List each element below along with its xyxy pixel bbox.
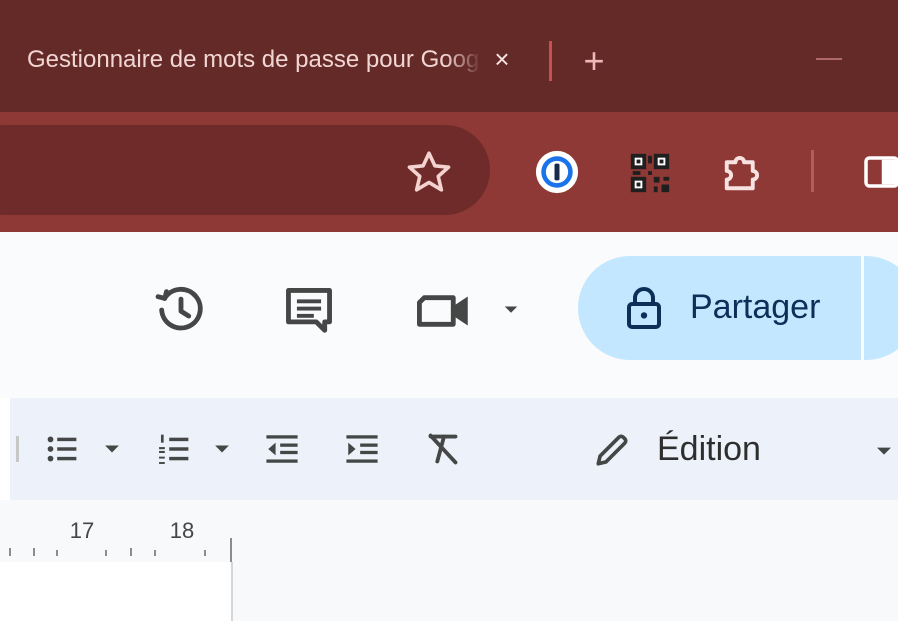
ruler-label-18: 18 <box>169 518 195 543</box>
new-tab-button[interactable]: + <box>576 41 612 81</box>
puzzle-extensions-icon[interactable] <box>717 146 769 198</box>
meet-dropdown-caret-icon[interactable] <box>496 294 526 324</box>
numbered-list-caret-icon[interactable] <box>208 426 236 472</box>
history-icon[interactable] <box>152 281 210 339</box>
clear-formatting-icon[interactable] <box>420 426 468 472</box>
ruler-label-17: 17 <box>69 518 95 543</box>
increase-indent-icon[interactable] <box>340 426 384 472</box>
side-panel-icon[interactable] <box>860 151 898 193</box>
tab-separator <box>549 41 552 81</box>
bookmark-star-icon[interactable] <box>402 146 456 200</box>
bulleted-list-icon[interactable] <box>38 426 86 472</box>
editing-mode-caret-icon[interactable] <box>870 436 898 464</box>
pencil-icon <box>590 428 634 472</box>
toolbar-divider <box>16 436 19 462</box>
share-button-divider <box>861 256 864 360</box>
decrease-indent-icon[interactable] <box>260 426 304 472</box>
editing-mode-button[interactable]: Édition <box>657 426 807 472</box>
tab-close-icon[interactable]: × <box>486 42 518 76</box>
meet-icon[interactable] <box>414 282 478 340</box>
comment-icon[interactable] <box>280 282 338 340</box>
qr-code-icon[interactable] <box>626 150 674 196</box>
share-label: Partager <box>690 288 821 326</box>
ruler-ticks <box>0 516 250 562</box>
toolbar-separator <box>811 150 814 192</box>
numbered-list-icon[interactable] <box>150 426 198 472</box>
tab-title: Gestionnaire de mots de passe pour Googl… <box>27 46 482 73</box>
document-page[interactable] <box>0 562 233 621</box>
bulleted-list-caret-icon[interactable] <box>98 426 126 472</box>
lock-icon <box>622 284 666 332</box>
minimize-window-icon[interactable] <box>812 48 846 70</box>
password-manager-icon[interactable] <box>534 149 580 195</box>
